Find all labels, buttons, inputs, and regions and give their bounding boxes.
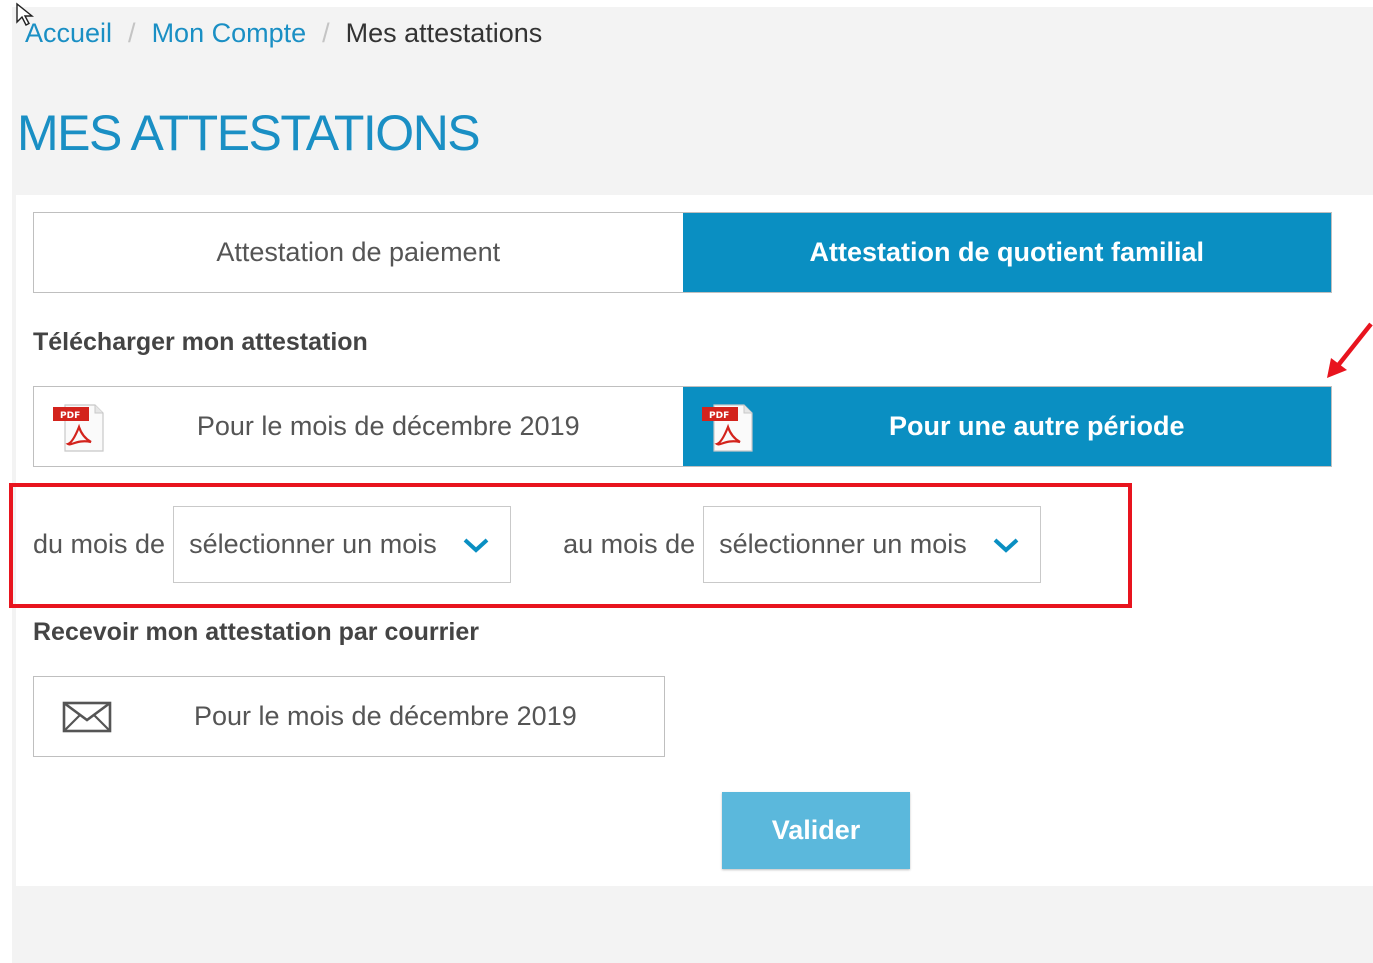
download-other-period-label: Pour une autre période: [888, 411, 1185, 441]
breadcrumb-link-accueil[interactable]: Accueil: [25, 18, 112, 49]
svg-text:PDF: PDF: [60, 411, 80, 421]
pdf-icon: PDF: [701, 404, 753, 452]
to-month-label: au mois de: [563, 529, 696, 559]
mail-current-month-option[interactable]: Pour le mois de décembre 2019: [33, 676, 665, 757]
download-current-month-option[interactable]: PDF Pour le mois de décembre 2019: [34, 387, 683, 466]
validate-button[interactable]: Valider: [722, 792, 910, 869]
period-selector: du mois de sélectionner un mois au mois …: [33, 505, 1042, 584]
page-title: MES ATTESTATIONS: [17, 105, 481, 161]
from-month-label: du mois de: [33, 529, 166, 559]
breadcrumb: Accueil / Mon Compte / Mes attestations: [25, 16, 542, 50]
annotation-arrow-icon: [1327, 322, 1373, 378]
tab-attestation-quotient-familial[interactable]: Attestation de quotient familial: [682, 213, 1331, 292]
breadcrumb-separator: /: [322, 17, 330, 48]
from-month-select[interactable]: sélectionner un mois: [173, 506, 512, 583]
download-options: PDF Pour le mois de décembre 2019 PDF Po…: [33, 386, 1332, 467]
mail-section-label: Recevoir mon attestation par courrier: [33, 618, 479, 646]
breadcrumb-separator: /: [128, 17, 136, 48]
envelope-icon: [62, 701, 112, 733]
breadcrumb-current: Mes attestations: [345, 17, 543, 48]
download-current-month-label: Pour le mois de décembre 2019: [196, 411, 580, 441]
breadcrumb-link-mon-compte[interactable]: Mon Compte: [152, 18, 307, 49]
download-section-label: Télécharger mon attestation: [33, 328, 368, 356]
from-month-select-value: sélectionner un mois: [189, 529, 437, 559]
to-month-select[interactable]: sélectionner un mois: [703, 506, 1042, 583]
mail-current-month-label: Pour le mois de décembre 2019: [194, 701, 577, 731]
download-other-period-option[interactable]: PDF Pour une autre période: [682, 387, 1331, 466]
tab-attestation-paiement[interactable]: Attestation de paiement: [34, 213, 683, 292]
attestation-tabs: Attestation de paiement Attestation de q…: [33, 212, 1332, 293]
pdf-icon: PDF: [53, 404, 104, 452]
chevron-down-icon: [463, 538, 489, 553]
chevron-down-icon: [993, 538, 1019, 553]
svg-text:PDF: PDF: [709, 411, 729, 421]
to-month-select-value: sélectionner un mois: [719, 529, 967, 559]
